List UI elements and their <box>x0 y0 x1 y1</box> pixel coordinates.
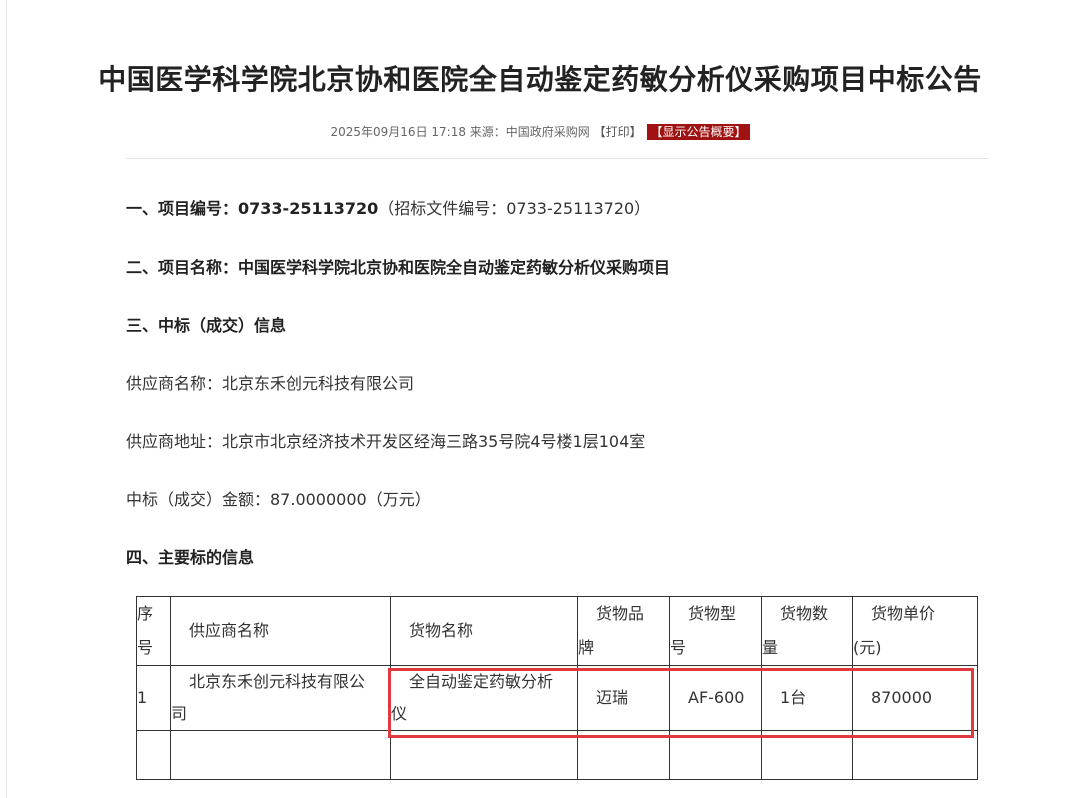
cell-goods: 全自动鉴定药敏分析仪 <box>390 665 578 731</box>
empty-cell <box>390 730 578 780</box>
article-meta: 2025年09月16日 17:18 来源：中国政府采购网 【打印】 【显示公告概… <box>0 123 1080 140</box>
table-row: 1 北京东禾创元科技有限公司 全自动鉴定药敏分析仪 迈瑞 AF-600 1台 8… <box>136 665 978 731</box>
project-name-label: 二、项目名称： <box>126 258 239 277</box>
goods-heading: 四、主要标的信息 <box>126 548 255 567</box>
header-goods: 货物名称 <box>390 596 578 666</box>
print-link[interactable]: 【打印】 <box>594 125 642 139</box>
cell-unit-price: 870000 <box>852 665 978 731</box>
table-row-empty <box>136 730 978 780</box>
award-amount: 中标（成交）金额：87.0000000（万元） <box>126 490 431 509</box>
publish-datetime: 2025年09月16日 17:18 <box>330 125 466 139</box>
project-name-value: 中国医学科学院北京协和医院全自动鉴定药敏分析仪采购项目 <box>238 258 671 277</box>
empty-cell <box>170 730 391 780</box>
header-unit-price: 货物单价 (元) <box>852 596 978 666</box>
table-header-row: 序号 供应商名称 货物名称 货物品牌 货物型号 货物数量 货物单价 (元) <box>136 596 978 666</box>
header-model: 货物型号 <box>669 596 762 666</box>
title-divider <box>126 158 988 159</box>
header-supplier: 供应商名称 <box>170 596 391 666</box>
goods-table: 序号 供应商名称 货物名称 货物品牌 货物型号 货物数量 货物单价 (元) 1 北… <box>136 596 978 780</box>
empty-cell <box>669 730 762 780</box>
page-title: 中国医学科学院北京协和医院全自动鉴定药敏分析仪采购项目中标公告 <box>98 63 982 96</box>
source-text: 来源：中国政府采购网 <box>469 125 590 139</box>
section-goods-heading: 四、主要标的信息 <box>126 544 254 568</box>
supplier-address: 供应商地址：北京市北京经济技术开发区经海三路35号院4号楼1层104室 <box>126 432 646 451</box>
supplier-name: 供应商名称：北京东禾创元科技有限公司 <box>126 374 415 393</box>
cell-seq: 1 <box>136 665 171 731</box>
empty-cell <box>852 730 978 780</box>
tender-doc-number: （招标文件编号：0733-25113720） <box>378 199 651 218</box>
header-seq: 序号 <box>136 596 171 666</box>
empty-cell <box>577 730 670 780</box>
cell-brand: 迈瑞 <box>577 665 670 731</box>
page-edge <box>6 0 7 798</box>
cell-model: AF-600 <box>669 665 762 731</box>
empty-cell <box>136 730 171 780</box>
project-number-value: 0733-25113720 <box>238 199 379 218</box>
header-brand: 货物品牌 <box>577 596 670 666</box>
project-number-label: 一、项目编号： <box>126 199 239 218</box>
cell-quantity: 1台 <box>761 665 853 731</box>
empty-cell <box>761 730 853 780</box>
section-project-name: 二、项目名称：中国医学科学院北京协和医院全自动鉴定药敏分析仪采购项目 <box>126 254 670 278</box>
section-award-heading: 三、中标（成交）信息 <box>126 312 286 336</box>
award-heading: 三、中标（成交）信息 <box>126 316 287 335</box>
section-project-number: 一、项目编号：0733-25113720（招标文件编号：0733-2511372… <box>126 195 650 219</box>
cell-supplier: 北京东禾创元科技有限公司 <box>170 665 391 731</box>
header-quantity: 货物数量 <box>761 596 853 666</box>
show-summary-button[interactable]: 【显示公告概要】 <box>647 124 750 140</box>
